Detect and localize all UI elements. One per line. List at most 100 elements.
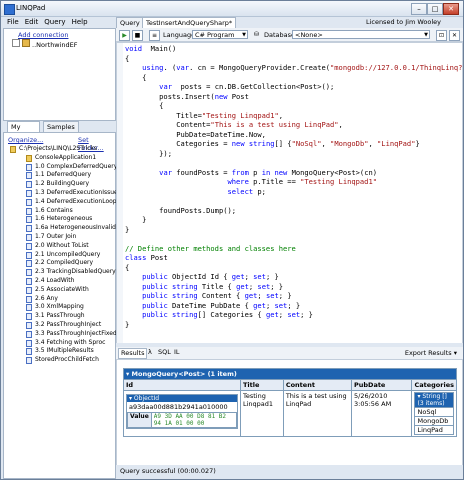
code-line[interactable]: Categories = new string[] {"NoSql", "Mon… [125, 139, 462, 149]
query-item[interactable]: 3.2 PassThroughInject [4, 321, 115, 330]
query-file-icon [26, 198, 32, 206]
code-line[interactable]: void Main() [125, 44, 462, 54]
code-token: "This is a test using LinqPad" [210, 120, 339, 129]
export-results-button[interactable]: Export Results ▾ [405, 349, 457, 357]
code-line[interactable]: Content="This is a test using LinqPad", [125, 120, 462, 130]
results-header[interactable]: ▾ MongoQuery<Post> (1 item) [123, 368, 457, 380]
code-line[interactable]: }); [125, 149, 462, 159]
query-item[interactable]: 1.7 Outer Join [4, 233, 115, 242]
language-select[interactable]: C# Program ▼ [192, 30, 248, 39]
code-line[interactable]: public DateTime PubDate { get; set; } [125, 301, 462, 311]
code-line[interactable] [125, 158, 462, 168]
code-line[interactable]: { [125, 263, 462, 273]
query-item[interactable]: 2.3 TrackingDisabledQuery [4, 268, 116, 277]
query-item[interactable]: 1.0 ComplexDeferredQuery [4, 163, 117, 172]
code-token: Content { [197, 291, 245, 300]
code-line[interactable]: where p.Title == "Testing Linqpad1" [125, 177, 462, 187]
code-line[interactable]: foundPosts.Dump(); [125, 206, 462, 216]
query-item[interactable]: StoredProcChildFetch [4, 356, 115, 365]
code-editor[interactable]: void Main(){ using. (var. cn = MongoQuer… [116, 42, 463, 345]
menu-query[interactable]: Query [44, 18, 65, 26]
column-header-id: Id [123, 379, 241, 391]
menu-help[interactable]: Help [72, 18, 88, 26]
database-value: <None> [295, 31, 323, 39]
categories-header[interactable]: ▾ String [] (3 items) [415, 393, 453, 407]
code-line[interactable]: // Define other methods and classes here [125, 244, 462, 254]
query-item[interactable]: 2.2 CompiledQuery [4, 259, 115, 268]
close-query-icon[interactable]: ✕ [449, 30, 460, 41]
tab-lambda[interactable]: λ [146, 348, 154, 357]
code-line[interactable]: } [125, 215, 462, 225]
code-token: } [125, 224, 130, 234]
code-line[interactable]: class Post [125, 253, 462, 263]
code-line[interactable]: var posts = cn.DB.GetCollection<Post>(); [125, 82, 462, 92]
query-item[interactable]: 2.0 Without ToList [4, 242, 115, 251]
query-item[interactable]: 1.6 Contains [4, 207, 115, 216]
query-item[interactable]: 3.0 XmlMapping [4, 303, 115, 312]
tree-item-label: 2.4 LoadWith [35, 276, 75, 284]
code-line[interactable]: { [125, 101, 462, 111]
query-item[interactable]: 1.1 DeferredQuery [4, 171, 115, 180]
code-line[interactable]: { [125, 54, 462, 64]
code-line[interactable]: public string Title { get; set; } [125, 281, 462, 292]
code-token: , [368, 139, 378, 148]
objectid-header[interactable]: ▾ ObjectId [127, 395, 237, 402]
code-token: MongoQuery<Post>(cn) [287, 167, 378, 177]
close-button[interactable]: ✕ [443, 3, 459, 15]
query-item[interactable]: 3.5 IMultipleResults [4, 347, 115, 356]
pin-icon[interactable]: ⊡ [436, 30, 447, 41]
folder-item[interactable]: C:\Projects\LINQ\L2STricks [4, 145, 115, 154]
stop-icon[interactable]: ■ [132, 30, 143, 41]
expand-icon[interactable] [12, 39, 20, 47]
query-item[interactable]: 1.3 DeferredExecutionIssues [4, 189, 121, 198]
query-item[interactable]: 3.1 PassThrough [4, 312, 115, 321]
query-item[interactable]: 2.4 LoadWith [4, 277, 115, 286]
query-item[interactable]: 1.6a HeterogeneousInvalid [4, 224, 116, 233]
maximize-button[interactable]: □ [427, 3, 443, 15]
code-line[interactable]: } [125, 320, 462, 330]
menu-file[interactable]: File [7, 18, 19, 26]
code-line[interactable]: } [125, 224, 462, 235]
code-line[interactable]: using. (var. cn = MongoQueryProvider.Cre… [125, 63, 462, 73]
folder-item[interactable]: ConsoleApplication1 [4, 154, 115, 163]
run-icon[interactable]: ▶ [119, 30, 130, 41]
code-line[interactable]: var foundPosts = from p in new MongoQuer… [125, 167, 462, 178]
query-item[interactable]: 2.6 Any [4, 295, 115, 304]
query-item[interactable]: 1.6 Heterogeneous [4, 215, 115, 224]
format-icon[interactable]: ≡ [149, 30, 160, 41]
code-line[interactable]: public ObjectId Id { get; set; } [125, 272, 462, 282]
query-item[interactable]: 1.4 DeferredExecutionLoop [4, 198, 117, 207]
code-token: public [142, 291, 168, 300]
code-line[interactable] [125, 196, 462, 206]
code-line[interactable]: PubDate=DateTime.Now, [125, 130, 462, 140]
minimize-button[interactable]: – [411, 3, 427, 15]
code-line[interactable]: Title="Testing Linqpad1", [125, 111, 462, 121]
code-token: string [172, 281, 198, 291]
tab-results[interactable]: Results [118, 348, 148, 359]
database-select[interactable]: <None> ▼ [292, 30, 430, 39]
code-token: posts.Insert( [125, 91, 215, 101]
query-item[interactable]: 2.5 AssociateWith [4, 286, 115, 295]
query-file-icon [26, 348, 32, 356]
menu-edit[interactable]: Edit [25, 18, 39, 26]
code-line[interactable] [125, 234, 462, 244]
organize-link[interactable]: Organize... [8, 136, 43, 144]
code-line[interactable]: { [125, 73, 462, 83]
code-text[interactable]: void Main(){ using. (var. cn = MongoQuer… [125, 44, 462, 330]
query-item[interactable]: 3.4 Fetching with Sproc [4, 339, 115, 348]
code-line[interactable]: posts.Insert(new Post [125, 91, 462, 102]
query-item[interactable]: 1.2 BuildingQuery [4, 180, 115, 189]
tab-sql[interactable]: SQL [156, 348, 173, 357]
query-item[interactable]: 2.1 UncompiledQuery [4, 251, 115, 260]
code-line[interactable]: public string[] Categories { get; set; } [125, 310, 462, 320]
query-item[interactable]: 3.3 PassThroughInjectFixed [4, 330, 117, 339]
tree-item-label: 1.2 BuildingQuery [35, 180, 90, 188]
code-line[interactable]: select p; [125, 187, 462, 197]
add-connection-link[interactable]: Add connection [18, 31, 68, 39]
connection-item[interactable]: ..NorthwindEF [12, 39, 78, 49]
tree-item-label: C:\Projects\LINQ\L2STricks [19, 145, 98, 152]
tab-il[interactable]: IL [172, 348, 182, 357]
code-token: { [125, 101, 164, 110]
code-token: new [214, 91, 228, 101]
code-line[interactable]: public string Content { get; set; } [125, 291, 462, 301]
